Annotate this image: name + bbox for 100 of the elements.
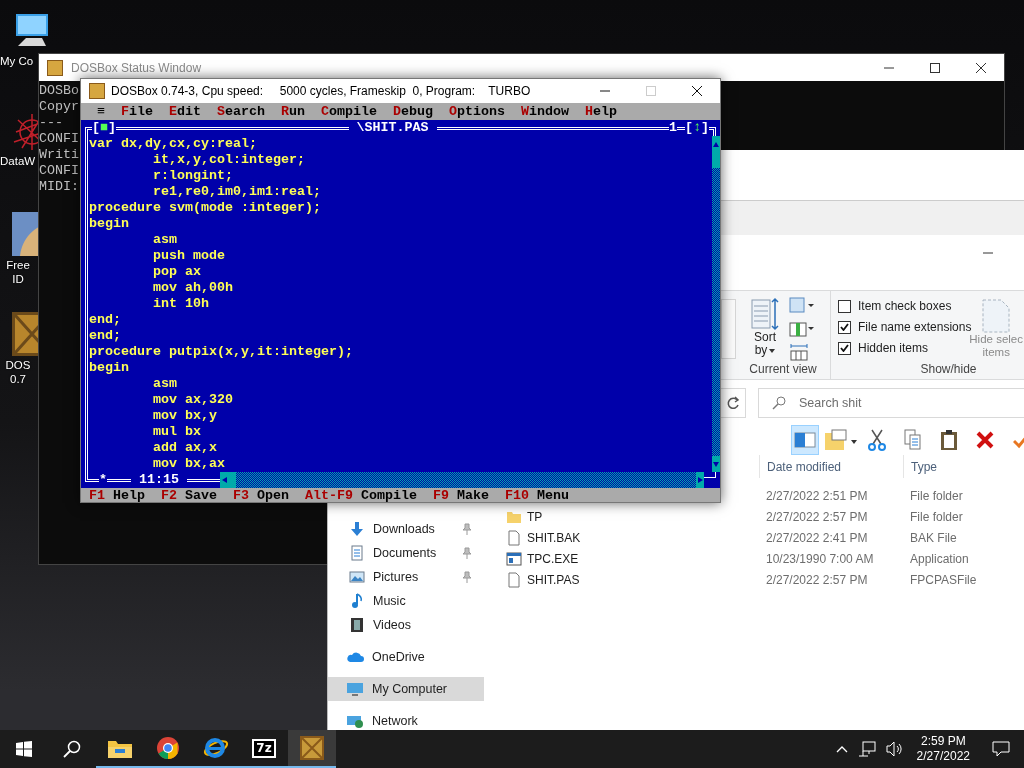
shortcut-hint[interactable]: F3 Open [233,488,289,502]
code-line: mul bx [152,424,202,440]
search-field[interactable]: Search shit [758,387,1024,418]
gallery-scroll[interactable] [721,299,736,359]
scroll-thumb[interactable] [712,152,720,168]
file-name[interactable]: TPC.EXE [527,551,579,566]
menu-item[interactable]: Compile [321,103,377,120]
code-line: procedure svm(mode :integer); [89,200,322,216]
window-icon [506,550,522,567]
checkbox[interactable] [838,341,851,355]
speaker-icon [885,741,904,757]
clock[interactable]: 2:59 PM 2/27/2022 [908,734,978,764]
nav-item[interactable]: Videos [328,613,484,637]
code-line: mov bx,y [152,408,218,424]
code-line: pop ax [152,264,202,280]
system-menu[interactable]: ≡ [97,103,105,120]
column-header[interactable]: Date modified [759,455,903,478]
menu-item[interactable]: Run [281,103,305,120]
close-box[interactable]: [■] [92,120,116,136]
scroll-thumb[interactable] [228,472,236,488]
checkbox-label: File name extensions [858,320,972,334]
search-icon [772,395,786,410]
code-line: procedure putpix(x,y,it:integer); [89,344,354,360]
desktop-icon-label[interactable]: DataW [0,154,36,168]
checkmark-icon [840,323,849,331]
console-line: MIDI: [39,179,79,195]
sort-by-button[interactable]: Sort by [751,297,779,361]
menu-item[interactable]: Edit [169,103,201,120]
film-icon [349,617,365,633]
refresh-icon [726,395,740,410]
menu-item[interactable]: Search [217,103,265,120]
table-cell-text: 10/23/1990 7:00 AM [765,551,875,566]
group-by-icon [789,297,815,315]
maximize-icon [646,86,656,96]
file-icon [506,571,522,588]
network-icon [857,741,876,757]
menu-item[interactable]: Window [521,103,569,120]
window-title: DOSBox 0.74-3, Cpu speed: 5000 cycles, Frameskip 0, Program: TURBO [111,84,532,98]
caret-icon [769,348,776,353]
menu-item[interactable]: Help [585,103,617,120]
refresh-button[interactable] [721,387,746,418]
desktop-icon-label[interactable]: 0.7 [10,372,26,386]
music-note-icon [349,593,365,609]
column-header[interactable]: Type [903,455,1024,478]
console-line: Writi [39,147,79,163]
table-cell-text: 2/27/2022 2:57 PM [765,509,869,524]
shortcut-hint[interactable]: F10 Menu [505,488,569,502]
search-icon [63,740,81,758]
file-name[interactable]: SHIT.BAK [527,530,581,545]
taskbar-app[interactable] [288,730,336,768]
e-letter-icon [203,736,229,760]
menu-item[interactable]: Options [449,103,505,120]
shortcut-hint[interactable]: F1 Help [89,488,145,502]
browser-circle-icon [156,736,180,760]
scroll-down-button[interactable] [712,456,720,472]
desktop-icon-label[interactable]: ID [12,272,24,286]
file-name[interactable]: TP [527,509,543,524]
table-cell-text: 2/27/2022 2:51 PM [765,488,869,503]
scroll-left-button[interactable] [220,472,228,488]
group-label: Current view [749,362,817,376]
editor-title: \SHIT.PAS [355,120,430,136]
code-line: int 10h [152,296,210,312]
download-arrow-icon [349,521,365,537]
checkmark-icon [840,344,849,352]
speech-bubble-icon [992,741,1010,757]
checkbox-label: Hidden items [858,341,929,355]
checkbox[interactable] [838,320,851,334]
checkbox[interactable] [838,299,851,313]
computer-icon [346,681,364,697]
app-icon [300,736,324,760]
desktop-icon-label[interactable]: DOS [5,358,31,372]
nav-item[interactable]: Documents [328,541,484,565]
menu-item[interactable]: Debug [393,103,433,120]
clipboard-icon [940,429,958,451]
chevron-up-icon [835,745,848,753]
window-number: 1 [669,120,677,136]
nav-item[interactable]: Downloads [328,517,484,541]
zoom-box[interactable]: [↕] [685,120,709,136]
console-line: CONFI [39,163,79,179]
code-line: begin [89,216,130,232]
scroll-up-button[interactable] [712,136,720,152]
console-line: DOSBo [39,83,79,99]
nav-item[interactable]: Music [328,589,484,613]
desktop-icon-label[interactable]: Free [6,258,30,272]
table-cell-text: 2/27/2022 2:41 PM [765,530,869,545]
group-label: Show/hide [920,362,977,376]
code-line: end; [89,312,122,328]
scroll-right-button[interactable] [696,472,704,488]
shortcut-hint[interactable]: F2 Save [161,488,217,502]
nav-item[interactable]: Pictures [328,565,484,589]
desktop-icon-label[interactable]: My Co [0,54,34,68]
code-line: mov ax,320 [152,392,234,408]
shortcut-hint[interactable]: Alt-F9 Compile [305,488,417,502]
menu-item[interactable]: File [121,103,153,120]
nav-item[interactable]: OneDrive [328,645,484,669]
file-name[interactable]: SHIT.PAS [527,572,580,587]
table-cell-text: 2/27/2022 2:57 PM [765,572,869,587]
nav-item[interactable]: My Computer [328,677,484,701]
code-line: mov ah,00h [152,280,234,296]
shortcut-hint[interactable]: F9 Make [433,488,489,502]
